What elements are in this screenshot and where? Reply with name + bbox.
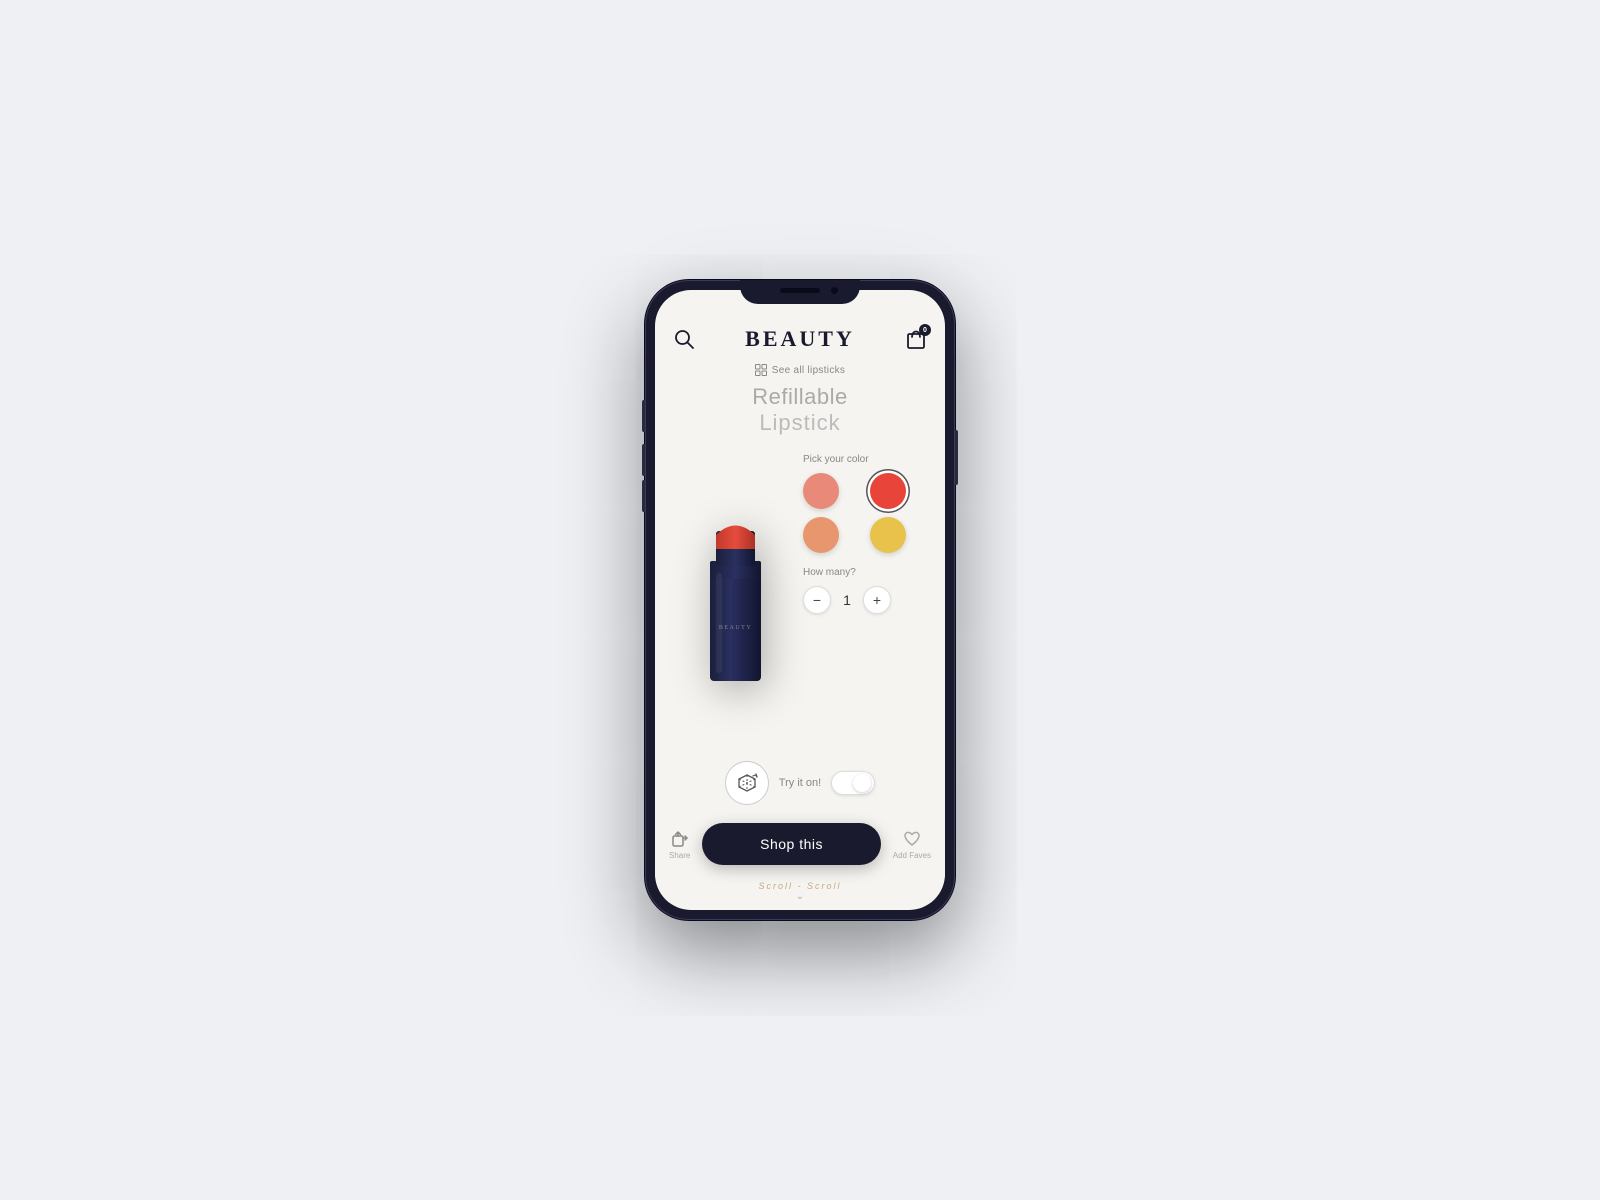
color-swatch-peach[interactable]: [803, 517, 839, 553]
main-area: BEAUTY Pick your color: [655, 444, 945, 753]
cart-badge: 0: [919, 324, 931, 336]
quantity-value: 1: [839, 592, 855, 608]
product-title-section: Refillable Lipstick: [655, 384, 945, 444]
faves-label: Add Faves: [893, 851, 931, 860]
add-faves-button[interactable]: Add Faves: [893, 829, 931, 860]
see-all-row[interactable]: See all lipsticks: [655, 360, 945, 384]
app-content: BEAUTY 0: [655, 290, 945, 910]
grid-icon: [755, 364, 767, 376]
quantity-control: − 1 +: [803, 586, 929, 614]
phone-screen: BEAUTY 0: [655, 290, 945, 910]
quantity-decrease-button[interactable]: −: [803, 586, 831, 614]
quantity-label: How many?: [803, 567, 929, 578]
product-title-line2: Lipstick: [675, 410, 925, 436]
color-swatch-blush[interactable]: [803, 473, 839, 509]
app-title: BEAUTY: [745, 326, 855, 352]
notch-camera: [831, 287, 838, 294]
phone-shell: BEAUTY 0: [645, 280, 955, 920]
svg-text:BEAUTY: BEAUTY: [718, 625, 751, 631]
color-swatch-red[interactable]: [870, 473, 906, 509]
phone-notch: [740, 280, 860, 304]
shop-button-label: Shop this: [760, 836, 823, 852]
share-button[interactable]: Share: [669, 829, 690, 860]
toggle-knob: [853, 774, 871, 792]
app-header: BEAUTY 0: [655, 318, 945, 360]
shop-button[interactable]: Shop this: [702, 823, 880, 865]
product-title-line1: Refillable: [675, 384, 925, 410]
lipstick-image: BEAUTY: [698, 511, 773, 686]
try-on-toggle[interactable]: [831, 771, 875, 795]
ar-try-on-icon[interactable]: [725, 761, 769, 805]
scroll-text: Scroll - Scroll: [655, 881, 945, 891]
scroll-arrow-icon: ⌄: [655, 891, 945, 902]
bottom-bar: Share Shop this Add Faves: [655, 813, 945, 877]
color-swatch-gold[interactable]: [870, 517, 906, 553]
notch-speaker: [780, 288, 820, 293]
quantity-increase-button[interactable]: +: [863, 586, 891, 614]
color-picker-label: Pick your color: [803, 454, 929, 465]
search-icon[interactable]: [673, 328, 695, 350]
color-grid: [803, 473, 929, 553]
lipstick-image-section: BEAUTY: [671, 444, 799, 753]
scroll-hint: Scroll - Scroll ⌄: [655, 877, 945, 910]
cart-icon[interactable]: 0: [905, 328, 927, 350]
try-on-row: Try it on!: [655, 753, 945, 813]
see-all-label: See all lipsticks: [772, 365, 845, 376]
options-panel: Pick your color How many? − 1 +: [799, 444, 929, 753]
share-label: Share: [669, 851, 690, 860]
try-on-label: Try it on!: [779, 777, 821, 789]
